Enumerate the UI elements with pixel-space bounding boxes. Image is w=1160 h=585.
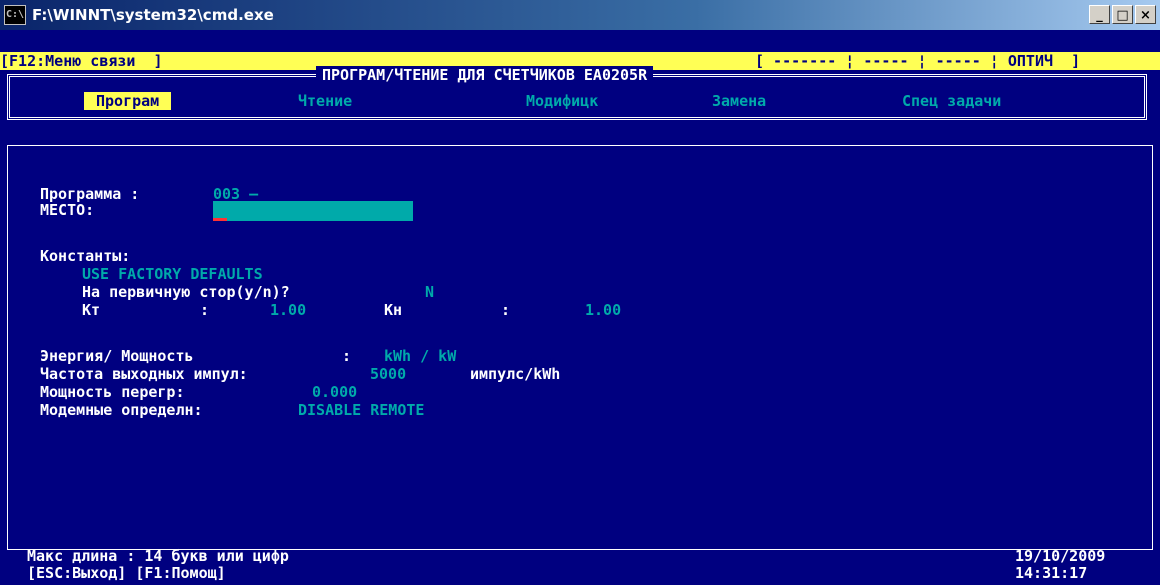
- overload-label: Мощность перегр:: [40, 383, 185, 401]
- kn-separator: :: [501, 301, 511, 319]
- constants-label: Константы:: [40, 247, 131, 265]
- kt-value[interactable]: 1.00: [270, 301, 306, 319]
- kt-separator: :: [200, 301, 210, 319]
- console-area[interactable]: [F12:Меню связи ] [ ------- ¦ ----- ¦ --…: [0, 30, 1160, 585]
- modem-label: Модемные определн:: [40, 401, 203, 419]
- freq-value[interactable]: 5000: [370, 365, 406, 383]
- place-input[interactable]: [213, 201, 413, 221]
- max-length-hint: Макс длина : 14 букв или цифр: [27, 547, 289, 565]
- energy-separator: :: [342, 347, 352, 365]
- kt-label: Кт: [82, 301, 101, 319]
- menu-item-program[interactable]: Програм: [84, 92, 172, 110]
- cmd-icon[interactable]: C:\: [4, 5, 26, 25]
- freq-unit: импулс/kWh: [470, 365, 561, 383]
- date-display: 19/10/2009: [1015, 547, 1106, 565]
- maximize-button[interactable]: □: [1112, 5, 1133, 24]
- menu-title: ПРОГРАМ/ЧТЕНИЕ ДЛЯ СЧЕТЧИКОВ EA0205R: [316, 66, 654, 84]
- window-titlebar[interactable]: C:\ F:\WINNT\system32\cmd.exe _ □ ×: [0, 0, 1160, 30]
- energy-value[interactable]: kWh / kW: [384, 347, 456, 365]
- primary-side-value[interactable]: N: [425, 283, 434, 301]
- kn-label: Кн: [384, 301, 403, 319]
- overload-value[interactable]: 0.000: [312, 383, 357, 401]
- freq-label: Частота выходных импул:: [40, 365, 248, 383]
- primary-side-label: На первичную стор(y/n)?: [82, 283, 290, 301]
- factory-defaults[interactable]: USE FACTORY DEFAULTS: [82, 265, 263, 283]
- kn-value[interactable]: 1.00: [585, 301, 621, 319]
- time-display: 14:31:17: [1015, 564, 1088, 582]
- comm-status: [ ------- ¦ ----- ¦ ----- ¦ ОПТИЧ ]: [755, 52, 1081, 70]
- close-button[interactable]: ×: [1135, 5, 1156, 24]
- menu-item-special[interactable]: Спец задачи: [902, 92, 1001, 110]
- window-controls: _ □ ×: [1089, 5, 1156, 24]
- place-label: МЕСТО:: [40, 201, 95, 219]
- key-hints: [ESC:Выход] [F1:Помощ]: [27, 564, 226, 582]
- comm-menu-hint: [F12:Меню связи ]: [0, 52, 163, 70]
- menu-item-modify[interactable]: Модифицк: [526, 92, 598, 110]
- menu-item-read[interactable]: Чтение: [298, 92, 352, 110]
- window-title: F:\WINNT\system32\cmd.exe: [32, 6, 274, 24]
- energy-label: Энергия/ Мощность: [40, 347, 194, 365]
- menu-item-replace[interactable]: Замена: [712, 92, 766, 110]
- modem-value[interactable]: DISABLE REMOTE: [298, 401, 424, 419]
- text-cursor: [213, 218, 227, 221]
- minimize-button[interactable]: _: [1089, 5, 1110, 24]
